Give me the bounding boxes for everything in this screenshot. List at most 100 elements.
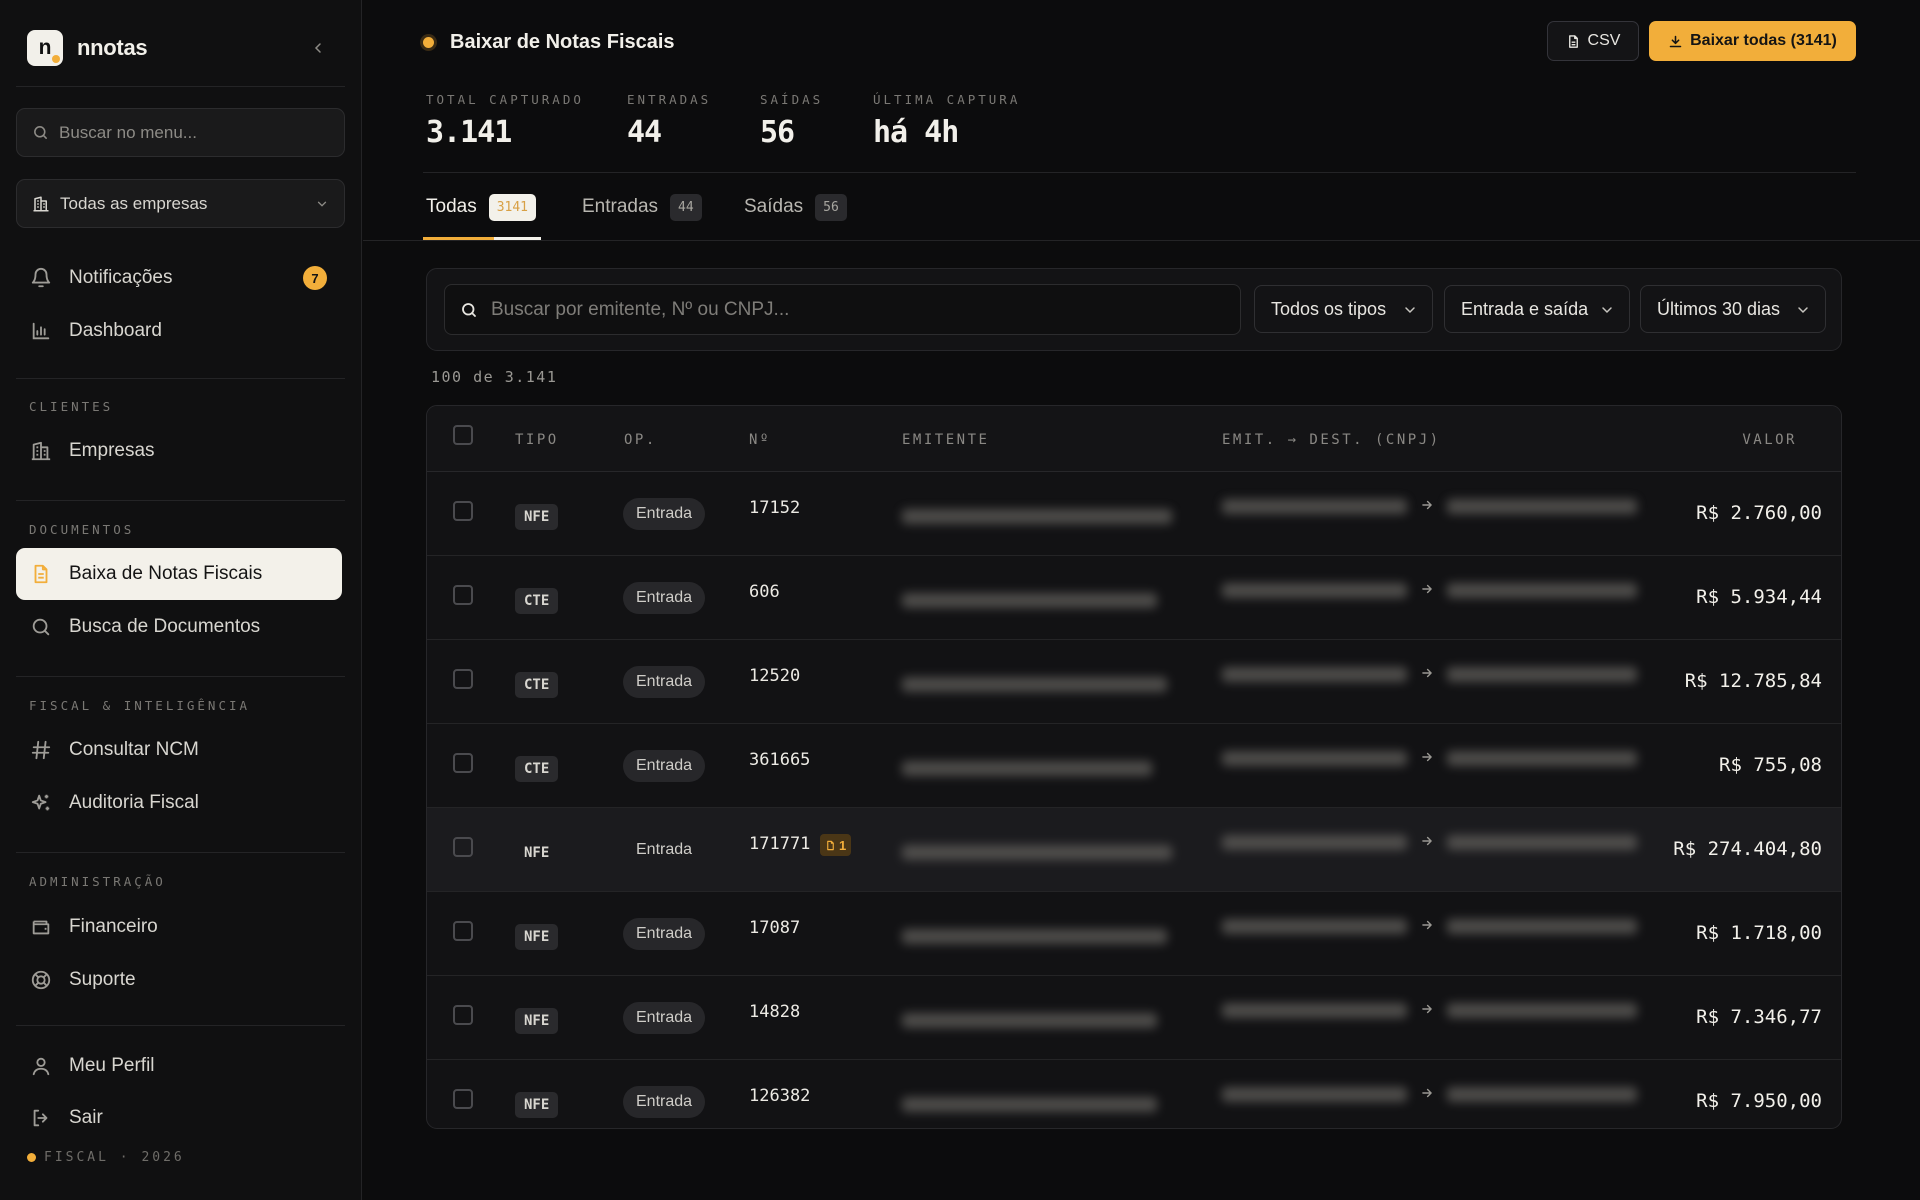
table-row[interactable]: CTE Entrada 361665 R$ 755,08 — [427, 724, 1841, 808]
sidebar-item-meu-perfil[interactable]: Meu Perfil — [16, 1040, 342, 1092]
file-icon — [1568, 34, 1578, 48]
column-header-numero[interactable]: Nº — [749, 432, 771, 448]
doc-number[interactable]: 14828 — [749, 1002, 800, 1022]
operation-badge: Entrada — [623, 498, 706, 530]
row-checkbox[interactable] — [453, 1089, 473, 1109]
doc-value: R$ 274.404,80 — [1673, 838, 1822, 860]
tab-saidas[interactable]: Saídas 56 — [744, 190, 847, 224]
select-all-checkbox[interactable] — [453, 425, 473, 445]
tab-entradas[interactable]: Entradas 44 — [582, 190, 702, 224]
sidebar-item-suporte[interactable]: Suporte — [16, 954, 342, 1006]
table-row[interactable]: CTE Entrada 606 R$ 5.934,44 — [427, 556, 1841, 640]
sidebar-item-empresas[interactable]: Empresas — [16, 425, 342, 477]
stat-label: ENTRADAS — [627, 92, 712, 107]
operation-badge: Entrada — [623, 582, 706, 614]
section-title-clientes: CLIENTES — [29, 399, 114, 414]
column-header-tipo[interactable]: TIPO — [515, 432, 559, 448]
sidebar-item-label: Financeiro — [69, 916, 158, 937]
direction-filter-select[interactable]: Entrada e saída — [1444, 285, 1630, 333]
cnpj-emitente-redacted — [1222, 1003, 1407, 1018]
stat-total: TOTAL CAPTURADO 3.141 — [426, 92, 584, 150]
stat-label: SAÍDAS — [760, 92, 824, 107]
select-value: Todos os tipos — [1271, 298, 1387, 319]
emitente-redacted — [902, 929, 1167, 944]
divider — [16, 378, 345, 379]
file-text-icon — [34, 564, 48, 584]
download-all-button[interactable]: Baixar todas (3141) — [1649, 21, 1856, 61]
operation-badge: Entrada — [623, 1086, 706, 1118]
row-checkbox[interactable] — [453, 585, 473, 605]
download-all-label: Baixar todas (3141) — [1690, 32, 1837, 49]
cnpj-emitente-redacted — [1222, 919, 1407, 934]
row-checkbox[interactable] — [453, 837, 473, 857]
attachment-badge[interactable]: 1 — [820, 834, 852, 856]
row-checkbox[interactable] — [453, 753, 473, 773]
column-header-cnpj[interactable]: EMIT. → DEST. (CNPJ) — [1222, 432, 1441, 448]
cnpj-destinatario-redacted — [1447, 499, 1637, 514]
tab-todas[interactable]: Todas 3141 — [426, 190, 537, 224]
sidebar-item-label: Dashboard — [69, 320, 162, 341]
sidebar-item-financeiro[interactable]: Financeiro — [16, 901, 342, 953]
sidebar-item-notificacoes[interactable]: Notificações 7 — [16, 252, 342, 304]
row-checkbox[interactable] — [453, 1005, 473, 1025]
sidebar-item-auditoria-fiscal[interactable]: Auditoria Fiscal — [16, 777, 342, 829]
menu-search-input[interactable]: Buscar no menu... — [16, 108, 345, 157]
sidebar: n nnotas Buscar no menu... Todas as empr… — [0, 0, 362, 1200]
doc-number[interactable]: 606 — [749, 582, 780, 602]
period-filter-select[interactable]: Últimos 30 dias — [1640, 285, 1826, 333]
divider — [16, 852, 345, 853]
tab-count-badge: 44 — [670, 193, 702, 221]
table-row[interactable]: NFE Entrada 17152 R$ 2.760,00 — [427, 472, 1841, 556]
bar-chart-icon — [32, 322, 50, 340]
building-icon — [33, 196, 49, 211]
sidebar-item-sair[interactable]: Sair — [16, 1092, 342, 1144]
document-search-input[interactable]: Buscar por emitente, Nº ou CNPJ... — [444, 284, 1241, 335]
tab-count-badge: 3141 — [488, 193, 537, 221]
doc-value: R$ 7.950,00 — [1696, 1090, 1822, 1112]
row-checkbox[interactable] — [453, 921, 473, 941]
sidebar-item-label: Notificações — [69, 267, 173, 288]
emitente-redacted — [902, 761, 1152, 776]
operation-badge: Entrada — [623, 750, 706, 782]
tab-label: Saídas — [744, 196, 804, 217]
doc-number[interactable]: 361665 — [749, 750, 810, 770]
stat-label: ÚLTIMA CAPTURA — [873, 92, 1021, 107]
results-count: 100 de 3.141 — [431, 368, 558, 386]
sidebar-item-label: Busca de Documentos — [69, 616, 261, 637]
attachment-icon — [827, 840, 834, 850]
row-checkbox[interactable] — [453, 501, 473, 521]
cnpj-destinatario-redacted — [1447, 919, 1637, 934]
collapse-sidebar-button[interactable] — [306, 36, 330, 60]
table-row[interactable]: NFE Entrada 126382 R$ 7.950,00 — [427, 1060, 1841, 1128]
brand[interactable]: n nnotas — [27, 30, 148, 66]
company-select-value: Todas as empresas — [60, 193, 208, 213]
doc-number[interactable]: 17152 — [749, 498, 800, 518]
table-row[interactable]: NFE Entrada 14828 R$ 7.346,77 — [427, 976, 1841, 1060]
column-header-emitente[interactable]: EMITENTE — [902, 432, 989, 448]
doc-number[interactable]: 126382 — [749, 1086, 810, 1106]
table-row[interactable]: NFE Entrada 17087 R$ 1.718,00 — [427, 892, 1841, 976]
column-header-valor[interactable]: VALOR — [1742, 432, 1797, 448]
company-select[interactable]: Todas as empresas — [16, 179, 345, 228]
doc-type-badge: CTE — [515, 756, 559, 782]
arrow-right-icon — [1422, 1088, 1432, 1098]
doc-number[interactable]: 171771 — [749, 834, 810, 854]
sidebar-item-label: Auditoria Fiscal — [69, 792, 199, 813]
doc-value: R$ 12.785,84 — [1684, 670, 1822, 692]
sidebar-item-busca-documentos[interactable]: Busca de Documentos — [16, 601, 342, 653]
sidebar-item-consultar-ncm[interactable]: Consultar NCM — [16, 724, 342, 776]
sidebar-item-dashboard[interactable]: Dashboard — [16, 305, 342, 357]
doc-number[interactable]: 12520 — [749, 666, 800, 686]
table-row[interactable]: CTE Entrada 12520 R$ 12.785,84 — [427, 640, 1841, 724]
row-checkbox[interactable] — [453, 669, 473, 689]
arrow-right-icon — [1422, 920, 1432, 930]
sidebar-item-baixa-notas[interactable]: Baixa de Notas Fiscais — [16, 548, 342, 600]
bell-icon — [31, 268, 51, 288]
doc-number[interactable]: 17087 — [749, 918, 800, 938]
table-row[interactable]: NFE Entrada 171771 1 R$ 274.404,80 — [427, 808, 1841, 892]
csv-export-button[interactable]: CSV — [1547, 21, 1639, 61]
column-header-op[interactable]: OP. — [624, 432, 657, 448]
type-filter-select[interactable]: Todos os tipos — [1254, 285, 1433, 333]
search-icon — [462, 302, 476, 317]
logo-letter: n — [38, 36, 52, 59]
